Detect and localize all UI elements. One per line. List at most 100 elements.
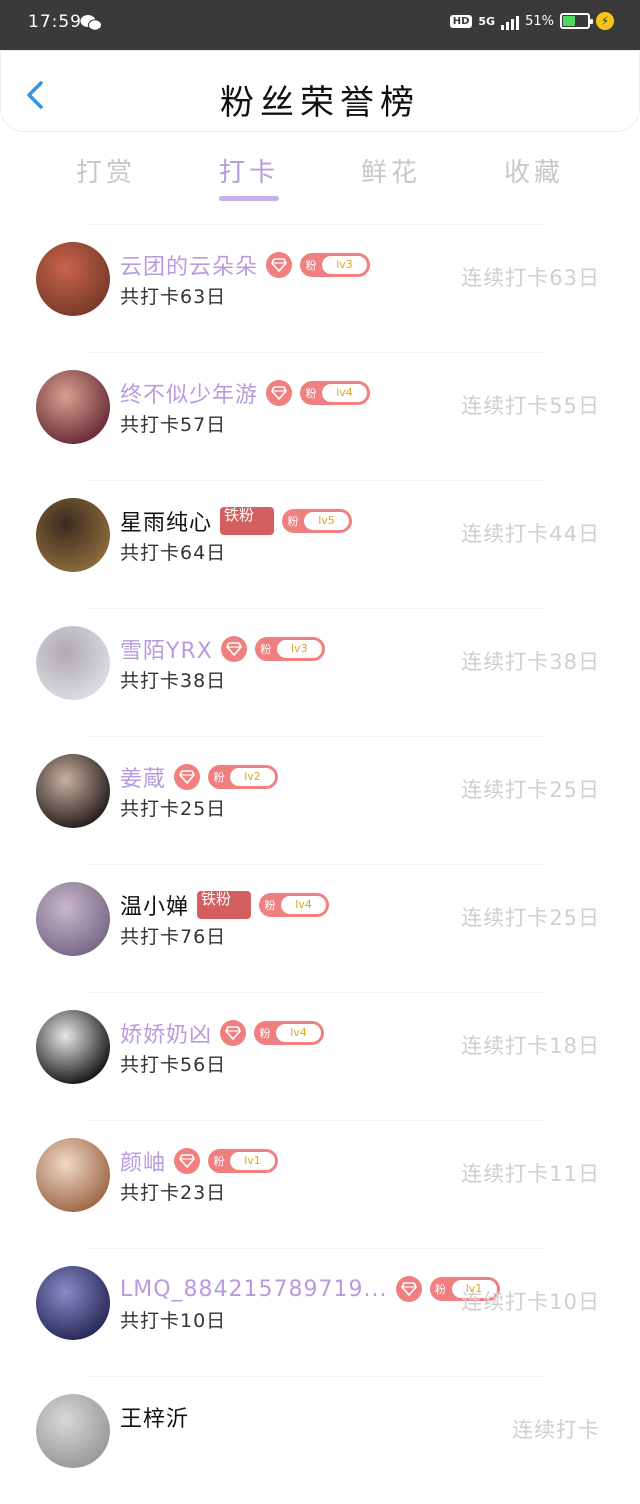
name-line: LMQ_884215789719... 粉 lv1 <box>120 1274 500 1304</box>
avatar[interactable] <box>36 370 110 444</box>
username[interactable]: 姜蔵 <box>120 761 166 793</box>
fan-level-badge: 粉 lv3 <box>254 637 325 661</box>
status-bar: 17:59 HD 5G 51% ⚡ <box>0 0 640 50</box>
fan-level-badge: 粉 lv2 <box>208 765 279 789</box>
level-label: lv2 <box>230 768 276 786</box>
avatar[interactable] <box>36 754 110 828</box>
avatar[interactable] <box>36 882 110 956</box>
level-label: lv4 <box>281 896 327 914</box>
avatar[interactable] <box>36 242 110 316</box>
avatar[interactable] <box>36 1138 110 1212</box>
iron-fan-badge: 铁粉 <box>220 507 275 535</box>
total-checkin-count: 共打卡57日 <box>120 414 227 436</box>
streak-count: 连续打卡38日 <box>461 650 600 674</box>
streak-count: 连续打卡11日 <box>461 1162 600 1186</box>
level-label: lv4 <box>276 1024 322 1042</box>
tab-favorites[interactable]: 收藏 <box>474 152 594 189</box>
username[interactable]: 星雨纯心 <box>120 505 212 537</box>
level-label: lv3 <box>322 256 368 274</box>
streak-count: 连续打卡63日 <box>461 266 600 290</box>
fan-label: 粉 <box>435 1283 446 1296</box>
total-checkin-count: 共打卡63日 <box>120 286 227 308</box>
list-item[interactable]: 雪陌YRX 粉 lv3 共打卡38日 连续打卡38日 <box>0 608 640 736</box>
page-title: 粉丝荣誉榜 <box>220 83 420 123</box>
name-line: 姜蔵 粉 lv2 <box>120 761 279 793</box>
fan-label: 粉 <box>305 259 317 272</box>
fan-level-badge: 粉 lv1 <box>208 1149 279 1173</box>
battery-percent: 51% <box>525 13 554 29</box>
avatar[interactable] <box>36 1266 110 1340</box>
tab-bar: 打赏 打卡 鲜花 收藏 <box>0 148 640 208</box>
app-header: 粉丝荣誉榜 <box>0 50 640 132</box>
avatar[interactable] <box>36 1394 110 1468</box>
diamond-badge-icon <box>174 1148 201 1174</box>
level-label: lv5 <box>304 512 350 530</box>
tab-reward[interactable]: 打赏 <box>46 152 166 189</box>
fan-level-badge: 粉 lv3 <box>300 253 371 277</box>
streak-count: 连续打卡 <box>512 1418 600 1442</box>
name-line: 雪陌YRX 粉 lv3 <box>120 634 325 664</box>
list-item[interactable]: 姜蔵 粉 lv2 共打卡25日 连续打卡25日 <box>0 736 640 864</box>
iron-fan-badge: 铁粉 <box>197 891 252 919</box>
total-checkin-count: 共打卡25日 <box>120 798 227 820</box>
fan-level-badge: 粉 lv4 <box>300 381 371 405</box>
username[interactable]: 雪陌YRX <box>120 633 213 665</box>
avatar[interactable] <box>36 626 110 700</box>
fan-label: 粉 <box>287 515 299 528</box>
diamond-badge-icon <box>266 380 293 406</box>
list-item[interactable]: 娇娇奶凶 粉 lv4 共打卡56日 连续打卡18日 <box>0 992 640 1120</box>
total-checkin-count: 共打卡56日 <box>120 1054 227 1076</box>
fan-label: 粉 <box>260 643 272 656</box>
list-item[interactable]: 云团的云朵朵 粉 lv3 共打卡63日 连续打卡63日 <box>0 224 640 352</box>
status-time: 17:59 <box>28 12 82 32</box>
level-label: lv4 <box>322 384 368 402</box>
name-line: 王梓沂 <box>120 1402 189 1432</box>
total-checkin-count: 共打卡38日 <box>120 670 227 692</box>
list-item[interactable]: 星雨纯心 铁粉粉 lv5 共打卡64日 连续打卡44日 <box>0 480 640 608</box>
level-label: lv3 <box>276 640 322 658</box>
list-item[interactable]: 终不似少年游 粉 lv4 共打卡57日 连续打卡55日 <box>0 352 640 480</box>
avatar[interactable] <box>36 498 110 572</box>
diamond-badge-icon <box>220 636 247 662</box>
level-label: lv1 <box>230 1152 276 1170</box>
diamond-badge-icon <box>220 1020 247 1046</box>
total-checkin-count: 共打卡10日 <box>120 1310 227 1332</box>
name-line: 娇娇奶凶 粉 lv4 <box>120 1017 325 1049</box>
status-icons: HD 5G 51% ⚡ <box>449 12 614 30</box>
fan-label: 粉 <box>305 387 317 400</box>
username[interactable]: LMQ_884215789719... <box>120 1277 388 1302</box>
battery-icon <box>560 13 593 29</box>
list-item[interactable]: LMQ_884215789719... 粉 lv1 共打卡10日 连续打卡10日 <box>0 1248 640 1376</box>
streak-count: 连续打卡55日 <box>461 394 600 418</box>
username[interactable]: 云团的云朵朵 <box>120 249 258 281</box>
diamond-badge-icon <box>174 764 201 790</box>
username[interactable]: 娇娇奶凶 <box>120 1017 212 1049</box>
diamond-badge-icon <box>395 1276 422 1302</box>
total-checkin-count: 共打卡23日 <box>120 1182 227 1204</box>
fan-level-badge: 粉 lv4 <box>254 1021 325 1045</box>
streak-count: 连续打卡18日 <box>461 1034 600 1058</box>
fan-level-badge: 粉 lv5 <box>282 509 353 533</box>
streak-count: 连续打卡10日 <box>461 1290 600 1314</box>
username[interactable]: 温小婵 <box>120 889 189 921</box>
list-item[interactable]: 颜岫 粉 lv1 共打卡23日 连续打卡11日 <box>0 1120 640 1248</box>
fan-label: 粉 <box>264 899 276 912</box>
fan-label: 粉 <box>259 1027 271 1040</box>
list-item[interactable]: 温小婵 铁粉粉 lv4 共打卡76日 连续打卡25日 <box>0 864 640 992</box>
fan-level-badge: 粉 lv4 <box>259 893 330 917</box>
tab-flowers[interactable]: 鲜花 <box>331 152 451 189</box>
avatar[interactable] <box>36 1010 110 1084</box>
username[interactable]: 颜岫 <box>120 1145 166 1177</box>
signal-icon <box>501 12 520 30</box>
streak-count: 连续打卡25日 <box>461 778 600 802</box>
streak-count: 连续打卡44日 <box>461 522 600 546</box>
name-line: 星雨纯心 铁粉粉 lv5 <box>120 505 353 537</box>
username[interactable]: 终不似少年游 <box>120 377 258 409</box>
network-label: 5G <box>478 14 496 28</box>
wechat-icon <box>80 15 102 31</box>
tab-checkin[interactable]: 打卡 <box>189 152 309 189</box>
total-checkin-count: 共打卡64日 <box>120 542 227 564</box>
name-line: 温小婵 铁粉粉 lv4 <box>120 889 330 921</box>
list-item[interactable]: 王梓沂连续打卡 <box>0 1376 640 1504</box>
username[interactable]: 王梓沂 <box>120 1401 189 1433</box>
